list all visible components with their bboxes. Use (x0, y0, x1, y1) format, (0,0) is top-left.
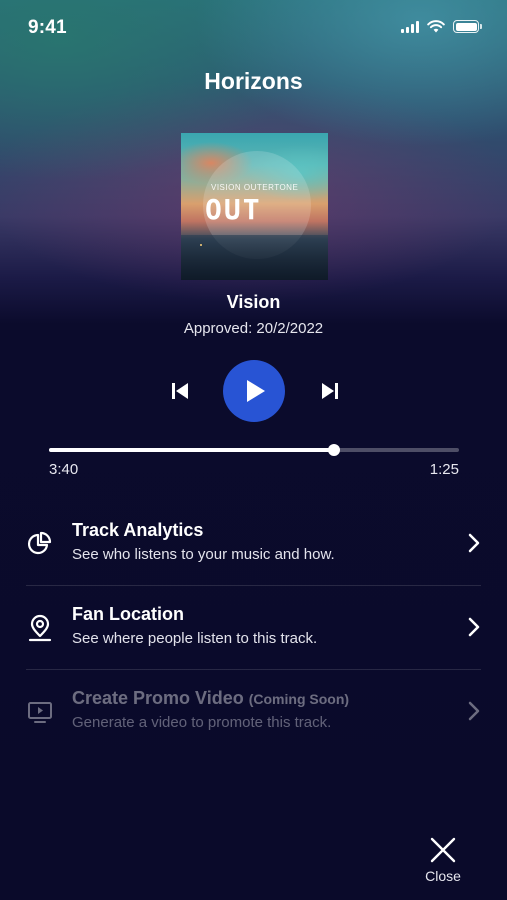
menu-item-fan-location[interactable]: Fan Location See where people listen to … (0, 586, 507, 670)
album-artwork-text: VISION OUTERTONE (211, 183, 299, 192)
coming-soon-label: (Coming Soon) (248, 691, 350, 707)
menu-item-subtitle: Generate a video to promote this track. (72, 714, 332, 731)
cellular-signal-icon (401, 20, 419, 33)
close-button[interactable]: Close (418, 836, 468, 892)
play-button[interactable] (223, 360, 285, 422)
status-time: 9:41 (28, 17, 67, 38)
close-icon (430, 837, 456, 863)
menu-item-subtitle: See where people listen to this track. (72, 630, 318, 647)
playback-progress-bar[interactable] (49, 444, 459, 456)
progress-fill (49, 448, 335, 452)
menu-item-title: Create Promo Video (Coming Soon) (72, 688, 350, 708)
track-options-menu: Track Analytics See who listens to your … (0, 502, 507, 754)
location-pin-icon (28, 614, 52, 642)
skip-next-icon (322, 383, 338, 399)
album-artwork-logo: OUT (205, 193, 262, 226)
status-icons (401, 20, 482, 33)
menu-item-track-analytics[interactable]: Track Analytics See who listens to your … (0, 502, 507, 586)
wifi-icon (427, 20, 445, 33)
pie-chart-icon (27, 531, 52, 555)
menu-item-create-promo-video[interactable]: Create Promo Video (Coming Soon) Generat… (0, 670, 507, 754)
previous-track-button[interactable] (166, 377, 194, 405)
menu-item-title: Track Analytics (72, 520, 204, 540)
menu-item-subtitle: See who listens to your music and how. (72, 546, 335, 563)
track-approved-date: Approved: 20/2/2022 (183, 320, 324, 337)
page-title: Horizons (204, 68, 303, 94)
elapsed-time: 3:40 (49, 461, 79, 478)
playback-controls (0, 360, 507, 422)
remaining-time: 1:25 (429, 461, 459, 478)
battery-icon (453, 20, 482, 33)
menu-item-title: Fan Location (72, 604, 184, 624)
track-title: Vision (226, 292, 281, 312)
close-label: Close (425, 868, 461, 884)
skip-previous-icon (172, 383, 188, 399)
status-bar: 9:41 (0, 0, 507, 56)
chevron-right-icon (468, 617, 480, 637)
album-artwork: VISION OUTERTONE OUT (181, 133, 328, 280)
next-track-button[interactable] (316, 377, 344, 405)
chevron-right-icon (468, 533, 480, 553)
monitor-play-icon (28, 702, 52, 723)
play-icon (247, 380, 265, 402)
chevron-right-icon (468, 701, 480, 721)
